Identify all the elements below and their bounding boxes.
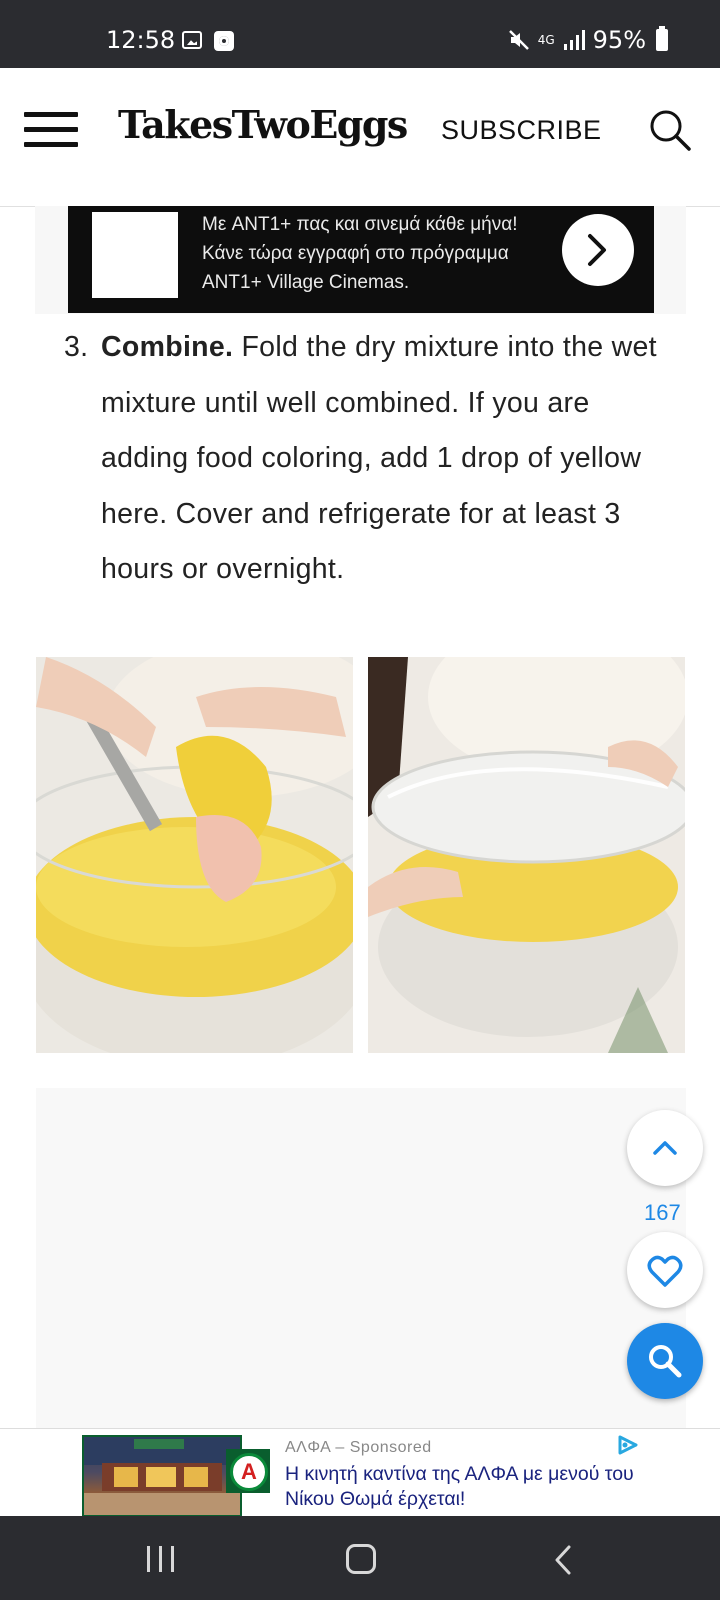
covered-bowl-photo xyxy=(368,657,685,1053)
heart-icon xyxy=(647,1255,683,1287)
status-bar: 12:58 4G 95% xyxy=(0,0,720,68)
site-header: TakesTwoEggs SUBSCRIBE xyxy=(0,68,720,207)
sponsored-label: ΑΛΦΑ – Sponsored xyxy=(285,1439,432,1456)
favorite-button[interactable] xyxy=(627,1232,703,1308)
adchoices-icon[interactable] xyxy=(617,1435,639,1455)
step-body: Combine. Fold the dry mixture into the w… xyxy=(101,320,681,598)
gallery-notification-icon xyxy=(182,31,202,49)
ad-headline[interactable]: Η κινητή καντίνα της ΑΛΦΑ με μενού του Ν… xyxy=(285,1462,645,1512)
step-title: Combine. xyxy=(101,331,234,363)
signal-icon xyxy=(563,30,585,50)
top-ad-banner[interactable]: Με ANT1+ πας και σινεμά κάθε μήνα! Κάνε … xyxy=(68,206,654,313)
battery-icon xyxy=(656,26,668,51)
ad-text: Με ANT1+ πας και σινεμά κάθε μήνα! Κάνε … xyxy=(202,214,518,293)
ad-cta-button[interactable] xyxy=(562,214,634,286)
chevron-right-icon xyxy=(588,234,606,266)
ad-placeholder xyxy=(36,1088,686,1428)
mixing-batter-photo xyxy=(36,657,353,1053)
sponsored-text: Sponsored xyxy=(349,1439,432,1456)
home-icon[interactable] xyxy=(346,1544,376,1574)
site-logo[interactable]: TakesTwoEggs xyxy=(118,102,408,147)
recents-icon[interactable] xyxy=(147,1546,174,1572)
like-count: 167 xyxy=(644,1200,681,1225)
advertiser-logo: A xyxy=(230,1453,268,1491)
advertiser-name: ΑΛΦΑ xyxy=(285,1439,331,1456)
search-icon[interactable] xyxy=(648,108,692,152)
search-icon xyxy=(649,1345,682,1378)
recipe-search-button[interactable] xyxy=(627,1323,703,1399)
back-icon[interactable] xyxy=(553,1544,573,1576)
bottom-sponsored-ad[interactable]: A ΑΛΦΑ – Sponsored Η κινητή καντίνα της … xyxy=(0,1428,720,1517)
mute-icon xyxy=(508,30,529,50)
scroll-to-top-button[interactable] xyxy=(627,1110,703,1186)
status-time: 12:58 xyxy=(106,26,176,54)
subscribe-link[interactable]: SUBSCRIBE xyxy=(441,115,602,146)
screen-record-notification-icon xyxy=(214,31,234,51)
battery-percent: 95% xyxy=(592,26,646,54)
system-nav-bar xyxy=(0,1516,720,1600)
chevron-up-icon xyxy=(653,1141,677,1155)
step-text: Fold the dry mixture into the wet mixtur… xyxy=(101,331,657,585)
ad-thumbnail xyxy=(92,212,178,298)
step-number: 3. xyxy=(64,331,89,363)
network-type: 4G xyxy=(537,33,555,47)
ad-image xyxy=(82,1435,242,1517)
menu-icon[interactable] xyxy=(24,112,78,150)
